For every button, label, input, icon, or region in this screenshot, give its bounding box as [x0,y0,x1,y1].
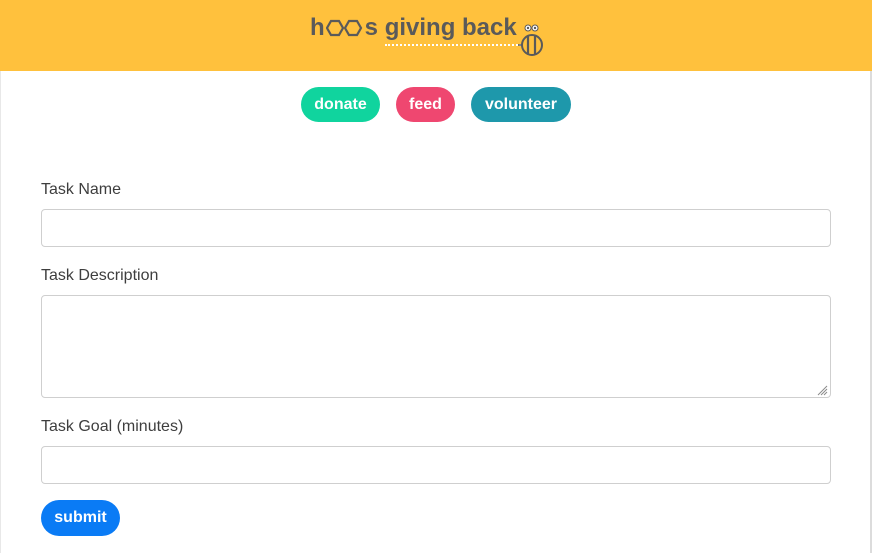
main-nav: donate feed volunteer [0,87,872,122]
page-border-left [0,71,1,553]
task-description-textarea[interactable] [41,295,831,398]
hexagon-pair-icon [325,18,364,38]
task-goal-input[interactable] [41,446,831,484]
task-description-label: Task Description [41,267,159,284]
nav-donate-button[interactable]: donate [301,87,380,122]
logo-prefix: h [310,14,325,41]
site-header: h s giving back [0,0,872,71]
logo-dotted-line [385,44,521,46]
nav-feed-button[interactable]: feed [396,87,455,122]
nav-volunteer-button[interactable]: volunteer [471,87,571,122]
task-name-label: Task Name [41,181,122,198]
submit-button[interactable]: submit [41,500,120,536]
resize-handle-icon[interactable] [816,383,828,396]
site-logo[interactable]: h s giving back [310,14,543,58]
logo-suffix: s giving back [364,14,517,41]
task-goal-label: Task Goal (minutes) [41,418,184,435]
bee-icon [518,23,546,57]
task-name-input[interactable] [41,209,831,247]
logo-text: h s giving back [310,14,517,42]
